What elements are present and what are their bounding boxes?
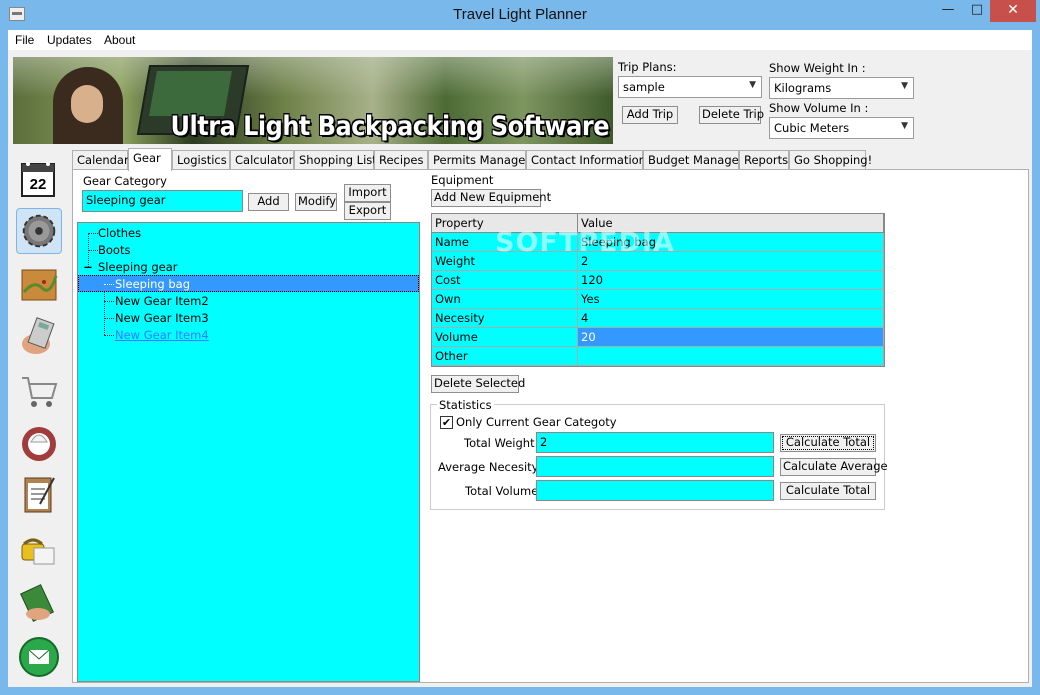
tree-item-boots[interactable]: Boots xyxy=(98,242,130,258)
weight-unit-value: Kilograms xyxy=(774,81,832,95)
banner-text: Ultra Light Backpacking Software xyxy=(170,110,610,142)
tab-go-shopping[interactable]: Go Shopping! xyxy=(789,150,872,170)
client-area: File Updates About Ultra Light Backpacki… xyxy=(8,30,1032,687)
add-category-button[interactable]: Add xyxy=(248,193,289,211)
property-cell: Cost xyxy=(432,271,578,290)
menu-about[interactable]: About xyxy=(104,33,135,47)
property-cell: Volume xyxy=(432,328,578,347)
sidebar: 22 xyxy=(14,150,66,687)
recipes-icon[interactable] xyxy=(16,420,62,466)
collapse-icon[interactable]: − xyxy=(82,259,94,275)
only-current-checkbox[interactable]: ✔ xyxy=(440,416,453,429)
tab-reports[interactable]: Reports xyxy=(739,150,789,170)
property-cell: Other xyxy=(432,347,578,366)
calendar-day-number: 22 xyxy=(30,176,47,193)
menu-bar: File Updates About xyxy=(8,30,1032,50)
email-icon[interactable] xyxy=(16,634,62,680)
tab-recipes[interactable]: Recipes xyxy=(374,150,428,170)
tab-logistics[interactable]: Logistics xyxy=(172,150,230,170)
total-volume-label: Total Volume: xyxy=(465,484,543,498)
value-cell[interactable] xyxy=(578,347,884,366)
modify-category-button[interactable]: Modify xyxy=(295,193,337,211)
weight-unit-select[interactable]: Kilograms ▼ xyxy=(769,77,914,99)
average-necesity-field[interactable] xyxy=(536,456,774,477)
only-current-label: Only Current Gear Categoty xyxy=(456,415,617,429)
banner-image: Ultra Light Backpacking Software xyxy=(13,57,613,144)
tree-item-sleeping-gear[interactable]: Sleeping gear xyxy=(98,259,178,275)
chevron-down-icon: ▼ xyxy=(901,81,908,91)
tab-calculator[interactable]: Calculator xyxy=(230,150,294,170)
chevron-down-icon: ▼ xyxy=(749,80,756,90)
menu-file[interactable]: File xyxy=(15,33,34,47)
app-window: Travel Light Planner — □ ✕ File Updates … xyxy=(0,0,1040,695)
title-bar: Travel Light Planner — □ ✕ xyxy=(0,0,1040,30)
calculate-total-weight-button[interactable]: Calculate Total xyxy=(780,434,876,452)
add-equipment-button[interactable]: Add New Equipment xyxy=(431,189,551,207)
tree-item-clothes[interactable]: Clothes xyxy=(98,225,141,241)
tab-permits-manager[interactable]: Permits Manager xyxy=(428,150,530,170)
add-trip-button[interactable]: Add Trip xyxy=(622,106,678,124)
maximize-button[interactable]: □ xyxy=(962,0,992,22)
volume-unit-label: Show Volume In : xyxy=(769,101,869,115)
money-icon[interactable] xyxy=(16,580,62,626)
value-cell[interactable]: Yes xyxy=(578,290,884,309)
gear-tree[interactable]: Clothes Boots − Sleeping gear Sleeping b… xyxy=(77,222,420,682)
value-cell-selected[interactable]: 20 xyxy=(578,328,884,347)
trip-plans-label: Trip Plans: xyxy=(618,60,677,74)
calculate-total-volume-button[interactable]: Calculate Total xyxy=(780,482,876,500)
map-icon[interactable] xyxy=(16,262,62,308)
statistics-group: Statistics ✔ Only Current Gear Categoty … xyxy=(430,398,888,510)
equipment-label: Equipment xyxy=(429,173,496,187)
import-button[interactable]: Import xyxy=(344,184,391,202)
gear-category-label: Gear Category xyxy=(81,174,169,188)
tree-item-new-gear-2[interactable]: New Gear Item2 xyxy=(115,293,209,309)
minimize-button[interactable]: — xyxy=(933,0,963,22)
tree-item-new-gear-3[interactable]: New Gear Item3 xyxy=(115,310,209,326)
calculate-average-button[interactable]: Calculate Average xyxy=(780,458,888,476)
clipboard-icon[interactable] xyxy=(16,472,62,518)
delete-trip-button[interactable]: Delete Trip xyxy=(699,106,764,124)
tab-shopping-list[interactable]: Shopping List xyxy=(294,150,377,170)
phone-icon[interactable] xyxy=(16,528,62,574)
trip-plans-select[interactable]: sample ▼ xyxy=(618,76,762,98)
delete-selected-button[interactable]: Delete Selected xyxy=(431,375,525,393)
value-cell[interactable]: 120 xyxy=(578,271,884,290)
total-volume-field[interactable] xyxy=(536,480,774,501)
value-cell[interactable]: 4 xyxy=(578,309,884,328)
property-cell: Own xyxy=(432,290,578,309)
tree-item-new-gear-4[interactable]: New Gear Item4 xyxy=(115,327,209,343)
chevron-down-icon: ▼ xyxy=(901,121,908,131)
total-weight-field[interactable]: 2 xyxy=(536,432,774,453)
average-necesity-label: Average Necesity: xyxy=(438,460,542,474)
weight-unit-label: Show Weight In : xyxy=(769,61,866,75)
gear-category-input[interactable]: Sleeping gear xyxy=(82,190,243,212)
window-title: Travel Light Planner xyxy=(453,6,587,23)
gear-icon[interactable] xyxy=(16,208,62,254)
tab-contact-information[interactable]: Contact Information xyxy=(526,150,646,170)
calculator-icon[interactable] xyxy=(16,314,62,360)
tab-gear[interactable]: Gear xyxy=(128,148,172,171)
property-cell: Necesity xyxy=(432,309,578,328)
tree-item-sleeping-bag[interactable]: Sleeping bag xyxy=(115,276,190,292)
statistics-label: Statistics xyxy=(437,398,494,412)
volume-unit-select[interactable]: Cubic Meters ▼ xyxy=(769,117,914,139)
watermark-text: SOFTPEDIA xyxy=(495,227,675,258)
close-button[interactable]: ✕ xyxy=(990,0,1036,22)
menu-updates[interactable]: Updates xyxy=(47,33,92,47)
export-button[interactable]: Export xyxy=(344,202,391,220)
tab-budget-manager[interactable]: Budget Manager xyxy=(643,150,743,170)
volume-unit-value: Cubic Meters xyxy=(774,121,850,135)
shopping-cart-icon[interactable] xyxy=(16,368,62,414)
tab-calendar[interactable]: Calendar xyxy=(72,150,129,170)
calendar-icon[interactable]: 22 xyxy=(16,156,62,202)
trip-plans-value: sample xyxy=(623,80,665,94)
total-weight-label: Total Weight: xyxy=(464,436,539,450)
